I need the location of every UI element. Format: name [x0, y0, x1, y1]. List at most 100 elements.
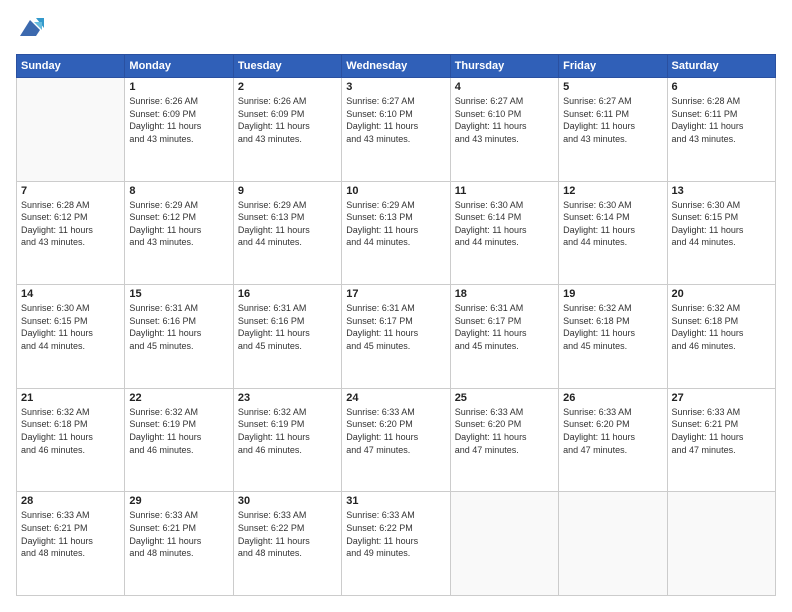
day-info: Sunrise: 6:33 AMSunset: 6:22 PMDaylight:… [346, 509, 445, 559]
calendar-cell: 27 Sunrise: 6:33 AMSunset: 6:21 PMDayligh… [667, 388, 775, 492]
weekday-header: Saturday [667, 55, 775, 78]
day-number: 5 [563, 81, 662, 93]
weekday-header: Tuesday [233, 55, 341, 78]
day-number: 12 [563, 185, 662, 197]
day-number: 19 [563, 288, 662, 300]
day-number: 26 [563, 392, 662, 404]
calendar-cell: 4Sunrise: 6:27 AMSunset: 6:10 PMDaylight… [450, 78, 558, 182]
calendar-cell [450, 492, 558, 596]
calendar-cell: 31 Sunrise: 6:33 AMSunset: 6:22 PMDayligh… [342, 492, 450, 596]
day-info: Sunrise: 6:27 AMSunset: 6:10 PMDaylight:… [346, 95, 445, 145]
day-number: 17 [346, 288, 445, 300]
weekday-header: Friday [559, 55, 667, 78]
calendar-cell: 16 Sunrise: 6:31 AMSunset: 6:16 PMDayligh… [233, 285, 341, 389]
calendar-cell: 18 Sunrise: 6:31 AMSunset: 6:17 PMDayligh… [450, 285, 558, 389]
day-info: Sunrise: 6:33 AMSunset: 6:20 PMDaylight:… [346, 406, 445, 456]
weekday-header: Wednesday [342, 55, 450, 78]
calendar-cell: 28 Sunrise: 6:33 AMSunset: 6:21 PMDayligh… [17, 492, 125, 596]
day-info: Sunrise: 6:30 AMSunset: 6:14 PMDaylight:… [455, 199, 554, 249]
day-info: Sunrise: 6:33 AMSunset: 6:21 PMDaylight:… [129, 509, 228, 559]
day-info: Sunrise: 6:33 AMSunset: 6:21 PMDaylight:… [672, 406, 771, 456]
day-number: 6 [672, 81, 771, 93]
page-header [16, 16, 776, 44]
calendar-cell [17, 78, 125, 182]
calendar-week-row: 14 Sunrise: 6:30 AMSunset: 6:15 PMDayligh… [17, 285, 776, 389]
calendar-cell: 25 Sunrise: 6:33 AMSunset: 6:20 PMDayligh… [450, 388, 558, 492]
calendar-cell: 11Sunrise: 6:30 AMSunset: 6:14 PMDayligh… [450, 181, 558, 285]
calendar-cell: 30 Sunrise: 6:33 AMSunset: 6:22 PMDayligh… [233, 492, 341, 596]
calendar-cell: 1 Sunrise: 6:26 AMSunset: 6:09 PMDaylight… [125, 78, 233, 182]
day-number: 10 [346, 185, 445, 197]
day-number: 14 [21, 288, 120, 300]
day-number: 15 [129, 288, 228, 300]
calendar-cell [667, 492, 775, 596]
calendar-cell: 7 Sunrise: 6:28 AMSunset: 6:12 PMDaylight… [17, 181, 125, 285]
calendar-cell: 24 Sunrise: 6:33 AMSunset: 6:20 PMDayligh… [342, 388, 450, 492]
calendar-week-row: 28 Sunrise: 6:33 AMSunset: 6:21 PMDayligh… [17, 492, 776, 596]
calendar-cell: 21Sunrise: 6:32 AMSunset: 6:18 PMDayligh… [17, 388, 125, 492]
day-number: 28 [21, 495, 120, 507]
day-number: 22 [129, 392, 228, 404]
calendar-week-row: 7 Sunrise: 6:28 AMSunset: 6:12 PMDaylight… [17, 181, 776, 285]
day-info: Sunrise: 6:30 AMSunset: 6:14 PMDaylight:… [563, 199, 662, 249]
day-number: 9 [238, 185, 337, 197]
day-number: 27 [672, 392, 771, 404]
calendar-cell: 26 Sunrise: 6:33 AMSunset: 6:20 PMDayligh… [559, 388, 667, 492]
calendar-cell: 2 Sunrise: 6:26 AMSunset: 6:09 PMDaylight… [233, 78, 341, 182]
day-info: Sunrise: 6:27 AMSunset: 6:10 PMDaylight:… [455, 95, 554, 145]
day-info: Sunrise: 6:31 AMSunset: 6:16 PMDaylight:… [129, 302, 228, 352]
day-number: 16 [238, 288, 337, 300]
calendar-cell [559, 492, 667, 596]
day-number: 23 [238, 392, 337, 404]
day-info: Sunrise: 6:33 AMSunset: 6:20 PMDaylight:… [455, 406, 554, 456]
weekday-header: Thursday [450, 55, 558, 78]
day-number: 25 [455, 392, 554, 404]
calendar-cell: 29Sunrise: 6:33 AMSunset: 6:21 PMDayligh… [125, 492, 233, 596]
calendar-cell: 12 Sunrise: 6:30 AMSunset: 6:14 PMDayligh… [559, 181, 667, 285]
calendar-cell: 20Sunrise: 6:32 AMSunset: 6:18 PMDayligh… [667, 285, 775, 389]
day-number: 2 [238, 81, 337, 93]
day-number: 31 [346, 495, 445, 507]
day-number: 30 [238, 495, 337, 507]
day-info: Sunrise: 6:31 AMSunset: 6:17 PMDaylight:… [455, 302, 554, 352]
day-info: Sunrise: 6:28 AMSunset: 6:11 PMDaylight:… [672, 95, 771, 145]
day-number: 3 [346, 81, 445, 93]
day-info: Sunrise: 6:33 AMSunset: 6:21 PMDaylight:… [21, 509, 120, 559]
day-number: 7 [21, 185, 120, 197]
day-number: 8 [129, 185, 228, 197]
weekday-header: Sunday [17, 55, 125, 78]
calendar-cell: 14 Sunrise: 6:30 AMSunset: 6:15 PMDayligh… [17, 285, 125, 389]
weekday-header-row: SundayMondayTuesdayWednesdayThursdayFrid… [17, 55, 776, 78]
calendar-cell: 17 Sunrise: 6:31 AMSunset: 6:17 PMDayligh… [342, 285, 450, 389]
day-info: Sunrise: 6:33 AMSunset: 6:22 PMDaylight:… [238, 509, 337, 559]
day-info: Sunrise: 6:26 AMSunset: 6:09 PMDaylight:… [129, 95, 228, 145]
logo-icon [16, 16, 44, 44]
calendar-cell: 22 Sunrise: 6:32 AMSunset: 6:19 PMDayligh… [125, 388, 233, 492]
day-info: Sunrise: 6:30 AMSunset: 6:15 PMDaylight:… [672, 199, 771, 249]
day-info: Sunrise: 6:29 AMSunset: 6:12 PMDaylight:… [129, 199, 228, 249]
day-info: Sunrise: 6:32 AMSunset: 6:19 PMDaylight:… [129, 406, 228, 456]
day-info: Sunrise: 6:27 AMSunset: 6:11 PMDaylight:… [563, 95, 662, 145]
calendar-cell: 19 Sunrise: 6:32 AMSunset: 6:18 PMDayligh… [559, 285, 667, 389]
day-info: Sunrise: 6:32 AMSunset: 6:18 PMDaylight:… [563, 302, 662, 352]
day-info: Sunrise: 6:29 AMSunset: 6:13 PMDaylight:… [346, 199, 445, 249]
calendar-cell: 6 Sunrise: 6:28 AMSunset: 6:11 PMDaylight… [667, 78, 775, 182]
day-info: Sunrise: 6:29 AMSunset: 6:13 PMDaylight:… [238, 199, 337, 249]
day-number: 18 [455, 288, 554, 300]
logo [16, 16, 48, 44]
calendar-cell: 3 Sunrise: 6:27 AMSunset: 6:10 PMDaylight… [342, 78, 450, 182]
calendar-cell: 5 Sunrise: 6:27 AMSunset: 6:11 PMDaylight… [559, 78, 667, 182]
day-info: Sunrise: 6:31 AMSunset: 6:17 PMDaylight:… [346, 302, 445, 352]
day-info: Sunrise: 6:32 AMSunset: 6:18 PMDaylight:… [21, 406, 120, 456]
calendar-cell: 10 Sunrise: 6:29 AMSunset: 6:13 PMDayligh… [342, 181, 450, 285]
weekday-header: Monday [125, 55, 233, 78]
day-info: Sunrise: 6:31 AMSunset: 6:16 PMDaylight:… [238, 302, 337, 352]
day-info: Sunrise: 6:26 AMSunset: 6:09 PMDaylight:… [238, 95, 337, 145]
day-info: Sunrise: 6:28 AMSunset: 6:12 PMDaylight:… [21, 199, 120, 249]
day-info: Sunrise: 6:33 AMSunset: 6:20 PMDaylight:… [563, 406, 662, 456]
day-number: 24 [346, 392, 445, 404]
calendar-week-row: 1 Sunrise: 6:26 AMSunset: 6:09 PMDaylight… [17, 78, 776, 182]
day-number: 1 [129, 81, 228, 93]
day-info: Sunrise: 6:30 AMSunset: 6:15 PMDaylight:… [21, 302, 120, 352]
calendar-cell: 8 Sunrise: 6:29 AMSunset: 6:12 PMDaylight… [125, 181, 233, 285]
